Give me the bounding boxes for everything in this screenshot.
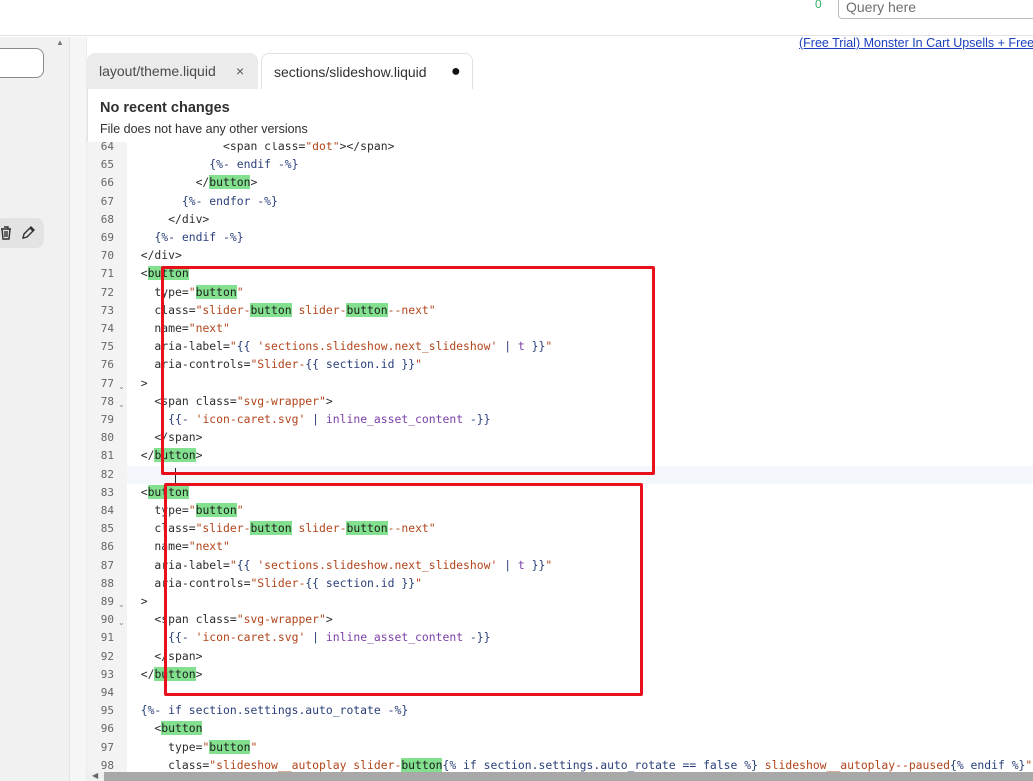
- fold-chevron-icon[interactable]: ⌄: [118, 400, 125, 409]
- line-number: 93: [100, 667, 114, 681]
- line-number: 80: [100, 431, 114, 445]
- tab-label-name: theme.liquid: [140, 63, 216, 79]
- code-line: </button>: [127, 175, 258, 190]
- line-number: 66: [100, 176, 114, 190]
- line-number: 86: [100, 540, 114, 554]
- line-number: 70: [100, 249, 114, 263]
- line-number: 64: [100, 142, 114, 153]
- line-number: 84: [100, 504, 114, 517]
- tab-label-name: slideshow.liquid: [329, 64, 427, 80]
- top-bar: 0: [0, 0, 1033, 36]
- line-number: 96: [100, 722, 114, 736]
- line-number: 69: [100, 231, 114, 244]
- line-number: 76: [100, 358, 114, 372]
- fold-chevron-icon[interactable]: ⌄: [118, 600, 125, 609]
- highlight-box-second-button: [164, 483, 643, 696]
- line-number: 90: [100, 613, 114, 627]
- scroll-up-arrow-icon[interactable]: ▲: [56, 38, 64, 47]
- line-number: 81: [100, 449, 114, 463]
- code-line: class="slideshow__autoplay slider-button…: [127, 757, 1033, 772]
- line-number: 83: [100, 485, 114, 499]
- tab-label-prefix: sections/: [274, 64, 330, 80]
- query-input[interactable]: [838, 0, 1033, 19]
- line-number: 94: [100, 686, 114, 699]
- line-number: 71: [100, 267, 114, 281]
- file-search-input[interactable]: [0, 48, 44, 78]
- code-line: >: [127, 594, 148, 608]
- line-number: 89: [100, 595, 114, 608]
- editor-tabs: layout/theme.liquid × sections/slideshow…: [87, 53, 1033, 89]
- sidebar-scrollbar[interactable]: [70, 37, 87, 781]
- app-promo-link[interactable]: (Free Trial) Monster In Cart Upsells + F…: [799, 36, 1033, 50]
- file-actions: [0, 218, 44, 248]
- code-line: >: [127, 375, 148, 390]
- unsaved-dot-icon: ●: [451, 63, 461, 80]
- fold-chevron-icon[interactable]: ⌄: [118, 382, 125, 391]
- close-icon[interactable]: ×: [236, 53, 244, 89]
- line-number: 72: [100, 285, 114, 299]
- line-number: 87: [100, 558, 114, 572]
- code-line: <span class="dot"></span>: [127, 142, 395, 153]
- tab-theme-liquid[interactable]: layout/theme.liquid ×: [87, 53, 258, 89]
- history-subtitle: File does not have any other versions: [100, 122, 308, 136]
- line-number: 88: [100, 576, 114, 590]
- code-line: </div>: [127, 211, 210, 226]
- scroll-left-arrow-icon[interactable]: ◀: [92, 771, 98, 780]
- code-line: {%- endif -%}: [209, 157, 299, 172]
- line-number: 98: [100, 758, 114, 772]
- line-number: 97: [100, 740, 114, 754]
- line-number: 91: [100, 631, 114, 645]
- line-number: 68: [100, 212, 114, 226]
- line-number: 77: [100, 376, 114, 390]
- code-line: {%- if section.settings.auto_rotate -%}: [140, 703, 409, 718]
- code-line: <button: [127, 721, 203, 736]
- code-line: {%- endif -%}: [154, 230, 244, 244]
- line-number: 82: [100, 467, 114, 481]
- line-number: 75: [100, 340, 114, 354]
- line-number: 73: [100, 303, 114, 317]
- history-title: No recent changes: [100, 100, 230, 116]
- result-count: 0: [815, 0, 822, 11]
- tab-label-prefix: layout/: [99, 63, 141, 79]
- fold-chevron-icon[interactable]: ⌄: [118, 618, 125, 627]
- highlight-box-first-button: [161, 266, 655, 475]
- pencil-icon[interactable]: [20, 225, 36, 241]
- line-number: 95: [100, 704, 114, 718]
- line-number: 79: [100, 413, 114, 426]
- line-number: 65: [100, 158, 114, 172]
- horizontal-scrollbar-thumb[interactable]: [104, 772, 1033, 781]
- code-line: {%- endfor -%}: [181, 193, 278, 208]
- line-number: 67: [100, 194, 114, 208]
- line-number: 85: [100, 522, 114, 536]
- file-sidebar: [0, 37, 70, 781]
- line-number: 78: [100, 394, 114, 408]
- line-number-gutter: 64 65 66 67 68 69 70 71 72 73 74 75 76 77 ⌄ 78 ⌄ 79 80 81 82…: [87, 142, 127, 772]
- line-number: 74: [100, 322, 114, 335]
- tab-slideshow-liquid[interactable]: sections/slideshow.liquid ●: [261, 53, 473, 89]
- code-line: type="button": [127, 739, 258, 754]
- line-number: 92: [100, 649, 114, 663]
- code-line: </div>: [127, 248, 182, 263]
- trash-icon[interactable]: [0, 225, 14, 241]
